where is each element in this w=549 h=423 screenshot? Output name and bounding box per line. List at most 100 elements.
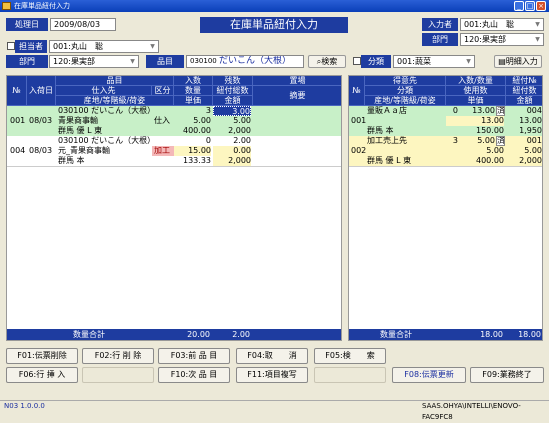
f11-copy-field-button[interactable]: F11:項目複写 [236, 367, 308, 383]
row-no: 004 [10, 146, 26, 155]
person-value: 001:丸山 聡 [53, 42, 103, 51]
chevron-down-icon[interactable]: ▼ [128, 57, 137, 66]
search-button[interactable]: ⌕検索 [308, 55, 346, 68]
row-price: 133.33 [183, 156, 211, 165]
status-version: N03 1.0.0.0 [4, 402, 45, 410]
footer-label: 数量合計 [349, 329, 446, 340]
f12-blank-button [314, 367, 386, 383]
col-qty-in: 入数 [174, 76, 213, 86]
f05-search-button[interactable]: F05:検 索 [314, 348, 386, 364]
col-qty-per: 入数/数量 [446, 76, 506, 86]
row-cust: 量販Ａａ店 [367, 106, 407, 115]
person-field[interactable]: 001:丸山 聡 ▼ [49, 40, 159, 53]
col-amount: 金額 [506, 96, 542, 106]
col-tie-count: 紐付数 [506, 86, 542, 96]
class-value: 001:蔬菜 [397, 57, 431, 66]
chevron-down-icon[interactable]: ▼ [533, 20, 542, 29]
row-tie-count: 5.00 [524, 146, 542, 155]
item-name: だいこん（大根） [218, 56, 291, 66]
row-tie: 5.00 [233, 116, 251, 125]
col-tie-total: 紐付総数 [213, 86, 253, 96]
row-qty-in: 0 [205, 136, 211, 145]
col-tie-no: 紐付№ [506, 76, 542, 86]
row-no: 001 [351, 116, 367, 125]
f03-prev-item-button[interactable]: F03:前 品 目 [158, 348, 230, 364]
col-place: 置場 [253, 76, 341, 86]
footer-qty: 18.00 [446, 329, 506, 340]
dept-value: 120:果実部 [464, 35, 506, 44]
table-row[interactable]: 004 08/03 030100 だいこん（大根） 元_青果商事輸 加工 群馬 … [7, 136, 341, 166]
detail-input-button[interactable]: ▤明細入力 [494, 55, 542, 68]
row-kubun: 仕入 [154, 116, 170, 125]
row-origin: 群馬 優 L 東 [58, 126, 103, 135]
row-kubun: 加工 [152, 146, 174, 156]
proc-date-field[interactable]: 2009/08/03 [50, 18, 116, 31]
app-icon [2, 2, 11, 10]
status-bar: N03 1.0.0.0 SAAS.OHYA\INTELLI\ENOVO-FAC9… [0, 400, 549, 421]
footer-qty: 20.00 [174, 329, 213, 340]
customer-grid: № 得意先 分類 産地/等階級/荷姿 入数/数量 使用数 単価 紐付№ 紐付数 … [348, 75, 543, 341]
footer-tie: 18.00 [506, 329, 542, 340]
col-kubun: 区分 [152, 86, 174, 96]
table-row[interactable]: 001 08/03 030100 だいこん（大根） 青果商事輸 仕入 群馬 優 … [7, 106, 341, 136]
row-tie-no: 004 [526, 106, 542, 115]
chevron-down-icon[interactable]: ▼ [148, 42, 157, 51]
maximize-button[interactable]: □ [525, 1, 535, 11]
row-amount: 2,000 [213, 156, 251, 166]
f06-insert-row-button[interactable]: F06:行 挿 入 [6, 367, 78, 383]
row-qin: 0 [452, 106, 458, 115]
row-tie-no: 001 [526, 136, 542, 145]
close-button[interactable]: × [536, 1, 546, 11]
row-amount: 2,000 [228, 126, 251, 135]
table-row[interactable]: 001 量販Ａａ店 群馬 本 0 13.00 済 004 13.00 13.00… [349, 106, 542, 136]
chevron-down-icon[interactable]: ▼ [464, 57, 473, 66]
f10-next-item-button[interactable]: F10:次 品 目 [158, 367, 230, 383]
row-price: 400.00 [183, 126, 211, 135]
dept-field[interactable]: 120:果実部 ▼ [460, 33, 544, 46]
search-button-label: 検索 [321, 57, 338, 66]
dept2-value: 120:果実部 [53, 57, 95, 66]
row-qty: 5.00 [193, 116, 211, 125]
stock-grid: № 入荷日 品目 仕入先 区分 産地/等階級/荷姿 入数 数量 単価 残数 紐付… [6, 75, 342, 341]
row-price: 400.00 [476, 156, 504, 165]
row-remain-cell[interactable]: 3.00 [213, 106, 251, 116]
row-remain: 2.00 [233, 136, 251, 145]
row-cust: 加工売上先 [367, 136, 407, 145]
row-origin: 群馬 優 L 東 [367, 156, 412, 165]
class-field[interactable]: 001:蔬菜 ▼ [393, 55, 475, 68]
item-field[interactable]: 030100 だいこん（大根） [186, 55, 304, 68]
row-qty-in: 3 [205, 106, 211, 115]
document-icon: ▤ [498, 57, 506, 66]
f08-update-slip-button[interactable]: F08:伝票更新 [392, 367, 466, 383]
col-amount: 金額 [213, 96, 253, 106]
footer-blank [253, 329, 341, 340]
col-cust: 得意先 [365, 76, 446, 86]
f09-exit-button[interactable]: F09:業務終了 [470, 367, 544, 383]
f01-delete-slip-button[interactable]: F01:伝票削除 [6, 348, 78, 364]
status-machine: SAAS.OHYA\INTELLI\ENOVO-FAC9FC8 [422, 402, 521, 421]
f02-delete-row-button[interactable]: F02:行 削 除 [82, 348, 154, 364]
table-row[interactable]: 002 加工売上先 群馬 優 L 東 3 5.00 済 001 5.00 5.0… [349, 136, 542, 166]
col-qty: 数量 [174, 86, 213, 96]
screen-title: 在庫単品紐付入力 [200, 17, 348, 33]
minimize-button[interactable]: _ [514, 1, 524, 11]
chevron-down-icon[interactable]: ▼ [533, 35, 542, 44]
dept2-field[interactable]: 120:果実部 ▼ [49, 55, 139, 68]
row-amount: 1,950 [519, 126, 542, 135]
inputter-field[interactable]: 001:丸山 聡 ▼ [460, 18, 544, 31]
col-class: 分類 [365, 86, 446, 96]
row-flag[interactable]: 済 [496, 136, 505, 146]
row-qty: 15.00 [174, 146, 211, 156]
inputter-label: 入力者 [422, 18, 458, 31]
dept-label: 部門 [422, 33, 458, 46]
row-tie-count: 13.00 [519, 116, 542, 125]
row-flag[interactable]: 済 [496, 106, 505, 116]
row-divider [7, 166, 341, 167]
item-label: 品目 [146, 55, 184, 68]
class-checkbox[interactable] [353, 57, 361, 65]
row-amount: 2,000 [519, 156, 542, 165]
row-item: 030100 だいこん（大根） [58, 136, 156, 145]
person-checkbox[interactable] [7, 42, 15, 50]
f04-cancel-button[interactable]: F04:取 消 [236, 348, 308, 364]
col-price: 単価 [446, 96, 506, 106]
